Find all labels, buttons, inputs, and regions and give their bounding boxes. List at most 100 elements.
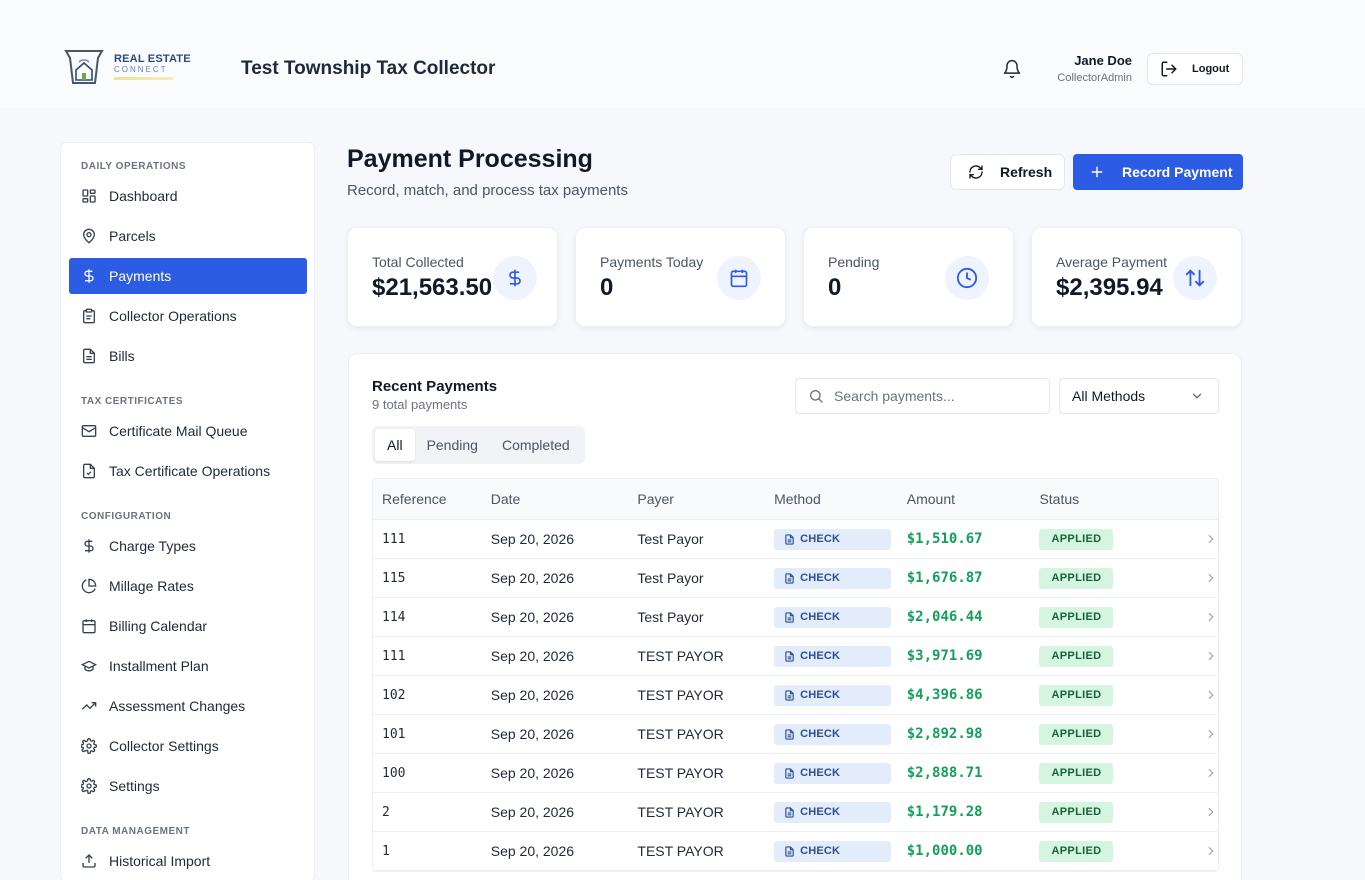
table-row[interactable]: 100 Sep 20, 2026 TEST PAYOR CHECK $2,888… <box>373 754 1218 793</box>
sidebar-item-tax-certificate-operations[interactable]: Tax Certificate Operations <box>69 453 307 489</box>
chevron-right-icon[interactable] <box>1204 727 1218 741</box>
chevron-right-icon[interactable] <box>1204 688 1218 702</box>
sidebar-item-label: Charge Types <box>109 538 196 554</box>
cell-date: Sep 20, 2026 <box>490 804 575 820</box>
logo-underline <box>114 77 174 80</box>
table-row[interactable]: 115 Sep 20, 2026 Test Payor CHECK $1,676… <box>373 559 1218 598</box>
table-row[interactable]: 2 Sep 20, 2026 TEST PAYOR CHECK $1,179.2… <box>373 793 1218 832</box>
method-badge: CHECK <box>774 684 892 706</box>
column-header-amount[interactable]: Amount <box>907 491 1040 507</box>
sidebar-item-assessment-changes[interactable]: Assessment Changes <box>69 688 307 724</box>
cell-actions <box>1163 688 1218 702</box>
document-icon <box>785 650 794 662</box>
app-logo[interactable]: REAL ESTATE CONNECT <box>62 48 191 86</box>
sidebar-item-label: Tax Certificate Operations <box>109 463 271 479</box>
sidebar-section-daily-operations: DAILY OPERATIONS <box>81 161 187 172</box>
user-info: Jane Doe CollectorAdmin <box>1036 53 1132 84</box>
column-header-method[interactable]: Method <box>774 491 907 507</box>
sidebar-item-label: Millage Rates <box>109 578 194 594</box>
cell-payer: TEST PAYOR <box>637 687 724 703</box>
document-icon <box>785 611 794 623</box>
cell-actions <box>1163 805 1218 819</box>
cell-payer: Test Payor <box>637 609 704 625</box>
tab-all[interactable]: All <box>375 429 415 461</box>
chevron-right-icon[interactable] <box>1204 844 1218 858</box>
trending-up-icon <box>81 698 97 714</box>
tab-pending[interactable]: Pending <box>415 429 490 461</box>
table-row[interactable]: 1 Sep 20, 2026 TEST PAYOR CHECK $1,000.0… <box>373 832 1218 871</box>
sidebar-item-charge-types[interactable]: Charge Types <box>69 528 307 564</box>
cell-status: APPLIED <box>1039 645 1163 667</box>
sidebar-item-parcels[interactable]: Parcels <box>69 218 307 254</box>
sidebar-item-installment-plan[interactable]: Installment Plan <box>69 648 307 684</box>
column-header-payer[interactable]: Payer <box>637 491 774 507</box>
chevron-right-icon[interactable] <box>1204 649 1218 663</box>
table-row[interactable]: 114 Sep 20, 2026 Test Payor CHECK $2,046… <box>373 598 1218 637</box>
method-text: CHECK <box>800 845 841 857</box>
logo-title: REAL ESTATE <box>114 53 191 65</box>
chevron-right-icon[interactable] <box>1204 766 1218 780</box>
method-text: CHECK <box>800 689 841 701</box>
logout-button[interactable]: Logout <box>1147 53 1243 85</box>
chevron-right-icon[interactable] <box>1204 571 1218 585</box>
notifications-bell-icon[interactable] <box>1002 59 1022 79</box>
table-row[interactable]: 101 Sep 20, 2026 TEST PAYOR CHECK $2,892… <box>373 715 1218 754</box>
status-tabs: All Pending Completed <box>372 426 585 464</box>
column-header-date[interactable]: Date <box>491 491 638 507</box>
sidebar-item-millage-rates[interactable]: Millage Rates <box>69 568 307 604</box>
search-input[interactable] <box>834 388 1034 404</box>
sidebar-item-bills[interactable]: Bills <box>69 338 307 374</box>
sidebar-item-label: Certificate Mail Queue <box>109 423 248 439</box>
chevron-right-icon[interactable] <box>1204 532 1218 546</box>
cell-amount: $2,892.98 <box>906 726 983 742</box>
sidebar-item-historical-import[interactable]: Historical Import <box>69 843 307 879</box>
cell-reference: 111 <box>382 531 406 547</box>
status-badge: APPLIED <box>1039 684 1114 706</box>
table-row[interactable]: 111 Sep 20, 2026 Test Payor CHECK $1,510… <box>373 520 1218 559</box>
dollar-icon <box>81 538 97 554</box>
recent-payments-panel: Recent Payments 9 total payments All Met… <box>348 353 1242 880</box>
app-title: Test Township Tax Collector <box>241 58 496 79</box>
cell-reference: 115 <box>382 570 406 586</box>
sidebar-item-collector-operations[interactable]: Collector Operations <box>69 298 307 334</box>
chevron-right-icon[interactable] <box>1204 805 1218 819</box>
search-box[interactable] <box>795 378 1050 414</box>
method-text: CHECK <box>800 611 841 623</box>
sidebar-item-settings[interactable]: Settings <box>69 768 307 804</box>
column-header-reference[interactable]: Reference <box>373 491 491 507</box>
sidebar: DAILY OPERATIONS Dashboard Parcels Payme… <box>60 142 315 880</box>
dollar-icon <box>493 256 537 300</box>
cell-actions <box>1163 727 1218 741</box>
cell-amount: $1,676.87 <box>906 570 983 586</box>
refresh-button[interactable]: Refresh <box>950 154 1065 190</box>
table-row[interactable]: 111 Sep 20, 2026 TEST PAYOR CHECK $3,971… <box>373 637 1218 676</box>
document-icon <box>785 728 794 740</box>
sidebar-item-label: Historical Import <box>109 853 211 869</box>
user-name: Jane Doe <box>1074 53 1132 68</box>
status-badge: APPLIED <box>1039 801 1114 823</box>
method-text: CHECK <box>800 533 841 545</box>
sidebar-item-label: Collector Settings <box>109 738 219 754</box>
cell-reference: 114 <box>382 609 406 625</box>
method-badge: CHECK <box>774 528 892 550</box>
sidebar-item-label: Dashboard <box>109 188 178 204</box>
sidebar-item-certificate-mail-queue[interactable]: Certificate Mail Queue <box>69 413 307 449</box>
sidebar-item-collector-settings[interactable]: Collector Settings <box>69 728 307 764</box>
tab-completed[interactable]: Completed <box>490 429 582 461</box>
refresh-icon <box>969 165 983 179</box>
method-text: CHECK <box>800 806 841 818</box>
stat-card-total-collected: Total Collected $21,563.50 <box>347 227 558 327</box>
document-icon <box>785 572 794 584</box>
cell-method: CHECK <box>774 645 907 667</box>
upload-icon <box>81 853 97 869</box>
sidebar-item-payments[interactable]: Payments <box>69 258 307 294</box>
method-filter-select[interactable]: All Methods <box>1059 378 1219 414</box>
sidebar-item-label: Settings <box>109 778 160 794</box>
table-row[interactable]: 102 Sep 20, 2026 TEST PAYOR CHECK $4,396… <box>373 676 1218 715</box>
stat-label: Pending <box>828 254 880 270</box>
record-payment-button[interactable]: Record Payment <box>1073 154 1243 190</box>
sidebar-item-billing-calendar[interactable]: Billing Calendar <box>69 608 307 644</box>
sidebar-item-dashboard[interactable]: Dashboard <box>69 178 307 214</box>
column-header-status[interactable]: Status <box>1039 491 1163 507</box>
chevron-right-icon[interactable] <box>1204 610 1218 624</box>
